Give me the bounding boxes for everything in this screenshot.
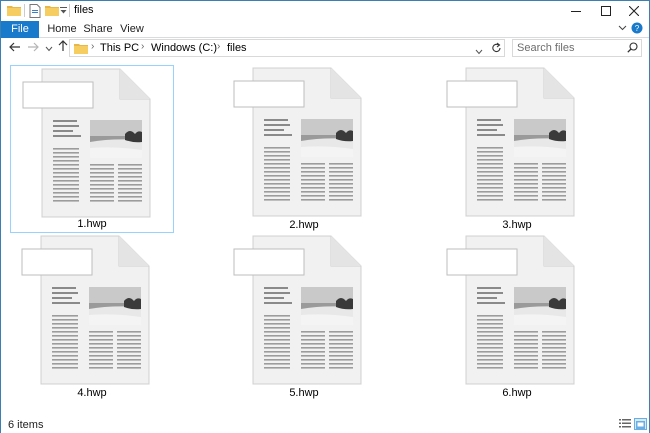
up-arrow-icon [58,40,68,51]
tab-file[interactable]: File [1,21,39,38]
status-bar: 6 items [1,416,649,433]
title-bar: files [1,1,649,21]
file-item[interactable]: 1.hwp [10,65,174,233]
file-name: 5.hwp [289,387,319,399]
file-item[interactable]: 3.hwp [435,65,599,233]
file-name: 3.hwp [502,219,532,231]
expand-ribbon-icon[interactable] [618,23,627,35]
refresh-icon[interactable] [491,42,502,57]
item-count: 6 items [8,419,44,431]
document-thumbnail-icon [441,67,591,217]
maximize-button[interactable] [591,1,621,21]
search-input[interactable] [517,41,625,55]
minimize-button[interactable] [561,1,591,21]
back-arrow-icon [9,42,20,52]
ribbon-tabs: File Home Share View ? [1,21,649,38]
window-title: files [74,4,94,16]
forward-arrow-icon [28,42,39,52]
breadcrumb-separator-icon[interactable]: › [91,41,94,52]
help-icon[interactable]: ? [631,22,643,37]
tab-share[interactable]: Share [81,21,115,38]
breadcrumb-this-pc[interactable]: This PC [100,42,139,54]
large-icons-view-icon[interactable] [634,418,647,430]
chevron-down-icon [45,46,53,52]
customize-quick-access-icon[interactable] [60,7,67,14]
back-button[interactable] [7,40,23,56]
folder-app-icon [7,4,21,16]
document-thumbnail-icon [228,235,378,385]
address-dropdown-icon[interactable] [475,44,483,58]
search-box [512,39,642,57]
tab-view[interactable]: View [118,21,146,38]
file-item[interactable]: 6.hwp [435,233,599,401]
properties-icon[interactable] [29,4,41,18]
navigation-bar: › This PC › Windows (C:) › files [1,38,649,58]
file-name: 4.hwp [77,387,107,399]
tab-home[interactable]: Home [45,21,79,38]
file-explorer-window: files File Home Share View ? › This PC ›… [0,0,650,433]
breadcrumb-files[interactable]: files [227,42,247,54]
document-thumbnail-icon [441,235,591,385]
details-view-icon[interactable] [619,418,632,430]
minimize-icon [571,11,581,12]
close-icon [629,6,639,16]
breadcrumb-windows-c[interactable]: Windows (C:) [151,42,217,54]
file-item[interactable]: 4.hwp [10,233,174,401]
search-icon[interactable] [627,42,638,56]
file-item[interactable]: 5.hwp [222,233,386,401]
breadcrumb-separator-icon[interactable]: › [217,41,220,52]
new-folder-icon[interactable] [45,4,59,16]
forward-button[interactable] [25,40,41,56]
file-list: 1.hwp 2.hwp 3.hwp 4.hwp 5.hwp 6.hwp [1,58,649,416]
file-name: 6.hwp [502,387,532,399]
maximize-icon [601,6,611,16]
folder-icon [74,42,88,57]
document-thumbnail-icon [17,68,167,218]
svg-text:?: ? [635,24,640,33]
file-item[interactable]: 2.hwp [222,65,386,233]
document-thumbnail-icon [16,235,166,385]
close-button[interactable] [619,1,649,21]
document-thumbnail-icon [228,67,378,217]
breadcrumb-separator-icon[interactable]: › [141,41,144,52]
file-name: 1.hwp [77,218,107,230]
address-bar[interactable]: › This PC › Windows (C:) › files [69,39,505,57]
file-name: 2.hwp [289,219,319,231]
